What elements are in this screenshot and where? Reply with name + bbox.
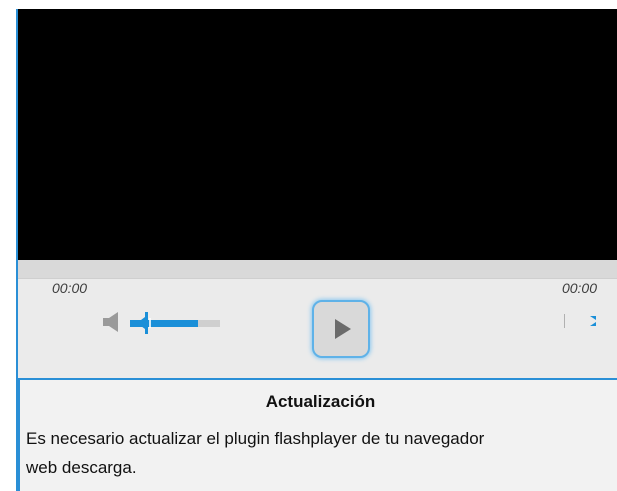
volume-control[interactable]: [102, 309, 222, 337]
speaker-icon[interactable]: [102, 311, 122, 333]
play-icon: [335, 319, 351, 339]
progress-bar[interactable]: [18, 260, 617, 279]
video-screen[interactable]: [16, 9, 617, 260]
notice-line-2: web descarga.: [26, 458, 137, 477]
volume-slider-handle-icon[interactable]: [137, 310, 159, 336]
notice-line-1: Es necesario actualizar el plugin flashp…: [26, 429, 485, 448]
notice-body: Es necesario actualizar el plugin flashp…: [26, 424, 617, 482]
video-player: 00:00 00:00 Actualización Es necesario a…: [16, 9, 617, 491]
update-notice: Actualización Es necesario actualizar el…: [16, 378, 617, 491]
current-time: 00:00: [52, 280, 88, 296]
play-button[interactable]: [312, 300, 370, 358]
total-time: 00:00: [561, 280, 597, 296]
notice-title: Actualización: [265, 392, 376, 411]
fullscreen-icon[interactable]: [562, 310, 598, 332]
control-bar: 00:00 00:00: [16, 260, 617, 378]
